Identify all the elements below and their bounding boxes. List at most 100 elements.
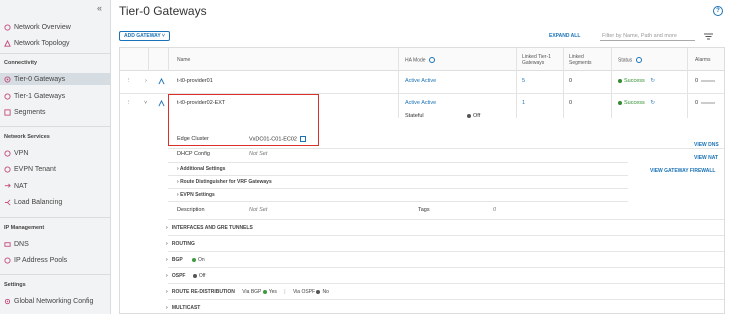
description-label: Description bbox=[177, 207, 205, 213]
linked-tier1-count[interactable]: 5 bbox=[522, 78, 525, 84]
sidebar-item-vpn[interactable]: VPN bbox=[4, 147, 28, 159]
filter-icon[interactable] bbox=[704, 33, 713, 40]
on-dot-icon bbox=[262, 289, 267, 294]
expand-row-icon[interactable]: › bbox=[145, 78, 147, 84]
load-balancing-icon bbox=[4, 199, 11, 205]
redistribution-ospf: Via OSPF No bbox=[293, 289, 329, 295]
divider bbox=[168, 48, 169, 71]
sidebar-item-label: Global Networking Config bbox=[14, 297, 94, 305]
filter-input[interactable]: Filter by Name, Path and more bbox=[600, 31, 695, 41]
stateful-text: Off bbox=[473, 113, 481, 119]
status-badge: Success ↻ bbox=[618, 100, 655, 106]
alarms-count: 0 bbox=[695, 78, 699, 84]
sidebar-item-tier0-gateways[interactable]: Tier-0 Gateways bbox=[4, 73, 65, 85]
sidebar-item-label: DNS bbox=[14, 240, 29, 248]
col-header-status[interactable]: Status bbox=[618, 57, 642, 63]
settings-icon bbox=[4, 298, 11, 304]
sidebar-item-label: Tier-1 Gateways bbox=[14, 92, 66, 100]
row-actions-icon[interactable]: ⋮ bbox=[126, 100, 132, 106]
linked-segments-count: 0 bbox=[569, 100, 573, 106]
alarms-count: 0 bbox=[695, 100, 699, 106]
additional-settings-toggle[interactable]: › Additional Settings bbox=[177, 166, 225, 172]
sidebar-item-ip-address-pools[interactable]: IP Address Pools bbox=[4, 254, 67, 266]
sidebar-item-network-topology[interactable]: Network Topology bbox=[4, 37, 70, 49]
expand-all-button[interactable]: EXPAND ALL bbox=[549, 33, 580, 39]
sidebar-item-label: NAT bbox=[14, 182, 28, 190]
page-title: Tier-0 Gateways bbox=[119, 4, 207, 18]
main-content: Tier-0 Gateways ? ADD GATEWAY ˅ EXPAND A… bbox=[111, 0, 730, 314]
section-label: EVPN Settings bbox=[180, 192, 215, 198]
row-actions-icon[interactable]: ⋮ bbox=[126, 78, 132, 84]
copy-icon[interactable] bbox=[300, 136, 306, 142]
sidebar-item-load-balancing[interactable]: Load Balancing bbox=[4, 196, 62, 208]
via-bgp-label: Via BGP bbox=[242, 289, 262, 295]
table-header: Name HA Mode Linked Tier-1 Gateways Link… bbox=[120, 48, 724, 71]
sidebar-item-segments[interactable]: Segments bbox=[4, 106, 46, 118]
off-dot-icon bbox=[316, 289, 321, 294]
evpn-settings-toggle[interactable]: › EVPN Settings bbox=[177, 192, 215, 198]
section-label: BGP bbox=[171, 257, 183, 263]
sidebar-item-network-overview[interactable]: Network Overview bbox=[4, 21, 71, 33]
tier0-gateway-icon bbox=[158, 78, 165, 85]
collapse-sidebar-icon[interactable]: « bbox=[97, 3, 102, 13]
view-nat-link[interactable]: VIEW NAT bbox=[694, 155, 718, 161]
interfaces-section-toggle[interactable]: › INTERFACES AND GRE TUNNELS bbox=[166, 225, 253, 231]
sidebar-item-label: IP Address Pools bbox=[14, 256, 68, 264]
add-gateway-button[interactable]: ADD GATEWAY ˅ bbox=[119, 31, 170, 41]
ha-mode-value: Active Active bbox=[405, 100, 437, 106]
refresh-icon[interactable]: ↻ bbox=[650, 78, 655, 84]
divider bbox=[148, 48, 149, 71]
divider bbox=[0, 53, 111, 54]
bgp-status: On bbox=[191, 257, 205, 263]
gateways-table: Name HA Mode Linked Tier-1 Gateways Link… bbox=[119, 47, 725, 314]
divider bbox=[168, 162, 628, 163]
bgp-section-toggle[interactable]: › BGP On bbox=[166, 257, 205, 263]
tier1-gateway-icon bbox=[4, 92, 11, 100]
col-header-alarms[interactable]: Alarms bbox=[695, 57, 711, 63]
alarm-bar bbox=[701, 79, 716, 82]
col-header-linked-tier1[interactable]: Linked Tier-1 Gateways bbox=[522, 54, 551, 66]
sidebar: « Network Overview Network Topology Conn… bbox=[0, 0, 111, 314]
ospf-section-toggle[interactable]: › OSPF Off bbox=[166, 273, 205, 279]
divider bbox=[0, 274, 111, 275]
section-label: ROUTE RE-DISTRIBUTION bbox=[171, 289, 235, 295]
help-icon[interactable]: ? bbox=[713, 6, 723, 16]
section-label: OSPF bbox=[171, 273, 186, 279]
nat-icon bbox=[4, 183, 11, 188]
sidebar-item-dns[interactable]: DNS bbox=[4, 238, 29, 250]
section-heading-connectivity: Connectivity bbox=[4, 60, 38, 66]
routing-section-toggle[interactable]: › ROUTING bbox=[166, 241, 195, 247]
view-dns-link[interactable]: VIEW DNS bbox=[694, 142, 719, 148]
sidebar-item-label: Segments bbox=[14, 108, 46, 116]
ip-pools-icon bbox=[4, 256, 11, 264]
refresh-icon[interactable]: ↻ bbox=[650, 100, 655, 106]
divider bbox=[168, 175, 628, 176]
dns-icon bbox=[4, 241, 11, 247]
off-dot-icon bbox=[192, 273, 197, 278]
section-label: MULTICAST bbox=[171, 305, 201, 311]
off-dot-icon bbox=[467, 113, 471, 118]
info-icon[interactable] bbox=[635, 57, 642, 63]
bgp-status-text: On bbox=[197, 257, 205, 263]
col-header-linked-segments[interactable]: Linked Segments bbox=[569, 54, 592, 66]
status-text: Success bbox=[624, 78, 645, 84]
divider bbox=[168, 235, 724, 236]
sidebar-item-label: Tier-0 Gateways bbox=[14, 75, 66, 83]
info-icon[interactable] bbox=[428, 57, 435, 63]
section-heading-settings: Settings bbox=[4, 282, 26, 288]
col-header-ha-mode[interactable]: HA Mode bbox=[405, 57, 435, 63]
linked-tier1-count[interactable]: 1 bbox=[522, 100, 525, 106]
sidebar-item-global-networking-config[interactable]: Global Networking Config bbox=[4, 295, 93, 307]
tags-value[interactable]: 0 bbox=[493, 207, 496, 213]
route-redistribution-toggle[interactable]: › ROUTE RE-DISTRIBUTION Via BGP Yes | Vi… bbox=[166, 289, 329, 295]
sidebar-item-evpn-tenant[interactable]: EVPN Tenant bbox=[4, 163, 56, 175]
sidebar-item-nat[interactable]: NAT bbox=[4, 180, 27, 192]
collapse-row-icon[interactable]: ˅ bbox=[144, 100, 147, 106]
col-header-name[interactable]: Name bbox=[177, 57, 190, 63]
sidebar-item-tier1-gateways[interactable]: Tier-1 Gateways bbox=[4, 90, 65, 102]
route-distinguisher-toggle[interactable]: › Route Distinguisher for VRF Gateways bbox=[177, 179, 272, 185]
success-dot-icon bbox=[618, 78, 622, 83]
section-label: ROUTING bbox=[171, 241, 195, 247]
view-gateway-firewall-link[interactable]: VIEW GATEWAY FIREWALL bbox=[650, 168, 715, 174]
multicast-section-toggle[interactable]: › MULTICAST bbox=[166, 305, 200, 311]
